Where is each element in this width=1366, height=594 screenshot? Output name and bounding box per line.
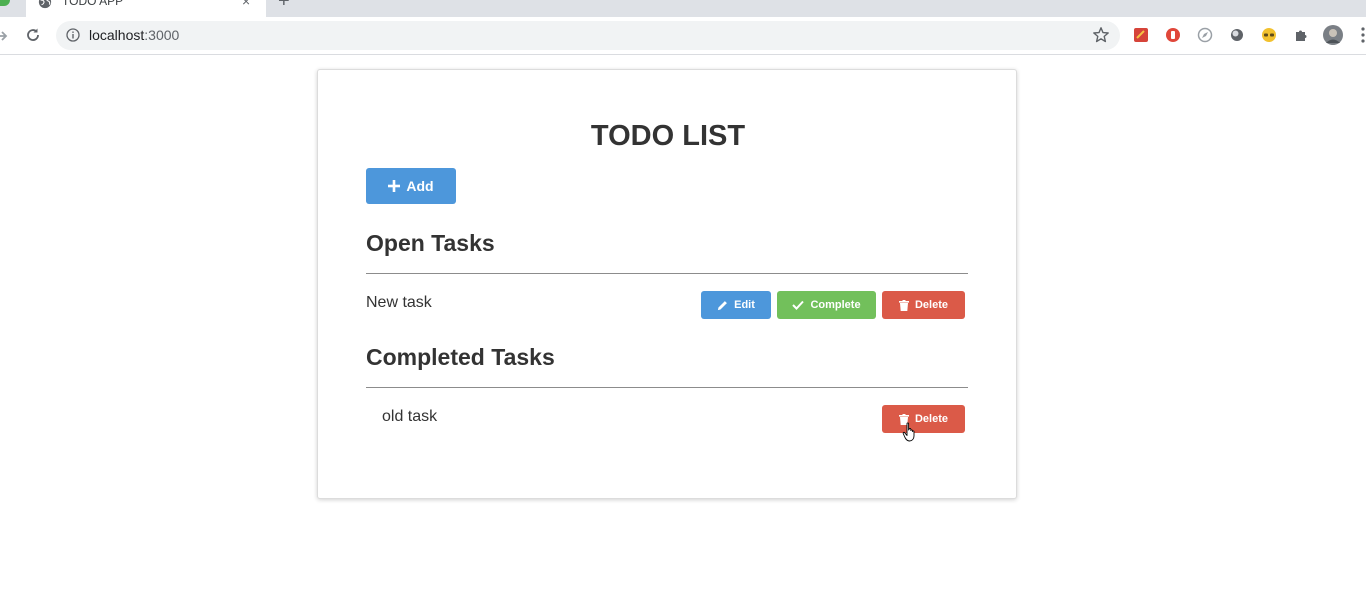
add-button-label: Add [406,178,434,194]
forward-icon[interactable] [0,27,10,45]
browser-tabstrip: TODO APP × + [0,0,1366,17]
site-info-icon[interactable] [66,28,80,42]
open-task-text: New task [366,294,432,311]
address-bar[interactable]: localhost:3000 [56,21,1120,50]
open-tasks-divider [366,273,968,274]
extension-glasses-icon[interactable] [1261,27,1277,43]
delete-button-label: Delete [914,413,949,425]
url-port: :3000 [144,27,180,43]
complete-button-label: Complete [810,299,861,311]
delete-button-label: Delete [914,299,949,311]
extensions-puzzle-icon[interactable] [1293,27,1309,43]
previous-tab-favicon-icon[interactable] [0,0,10,6]
globe-icon [38,0,52,9]
new-tab-icon[interactable]: + [278,0,290,11]
completed-tasks-divider [366,387,968,388]
browser-toolbar: localhost:3000 [0,17,1366,55]
extension-circle-icon[interactable] [1229,27,1245,43]
open-tasks-heading: Open Tasks [366,230,495,256]
extension-compass-icon[interactable] [1197,27,1213,43]
completed-tasks-heading: Completed Tasks [366,344,555,370]
bookmark-star-icon[interactable] [1092,26,1110,44]
pencil-icon [718,300,728,310]
checkmark-icon [792,300,805,310]
delete-completed-task-button[interactable]: Delete [882,405,965,433]
page-title: TODO LIST [590,120,746,152]
url-host: localhost [89,27,145,43]
browser-menu-icon[interactable] [1360,26,1366,44]
complete-task-button[interactable]: Complete [777,291,876,319]
url-text: localhost:3000 [89,27,179,44]
extension-shield-icon[interactable] [1165,27,1181,43]
todo-card: TODO LIST Add Open Tasks New task Edit C… [317,69,1017,499]
profile-avatar-icon[interactable] [1323,25,1343,45]
edit-button-label: Edit [734,299,755,311]
add-task-button[interactable]: Add [366,168,456,204]
edit-task-button[interactable]: Edit [701,291,771,319]
extension-red-icon[interactable] [1133,27,1149,43]
hand-cursor-icon [902,422,915,442]
trash-icon [898,299,909,311]
browser-tab[interactable]: TODO APP × [26,0,266,17]
plus-icon [388,180,401,192]
delete-open-task-button[interactable]: Delete [882,291,965,319]
tab-close-icon[interactable]: × [242,0,250,8]
reload-icon[interactable] [24,26,42,44]
completed-task-text: old task [382,408,438,425]
tab-title: TODO APP [62,0,124,8]
